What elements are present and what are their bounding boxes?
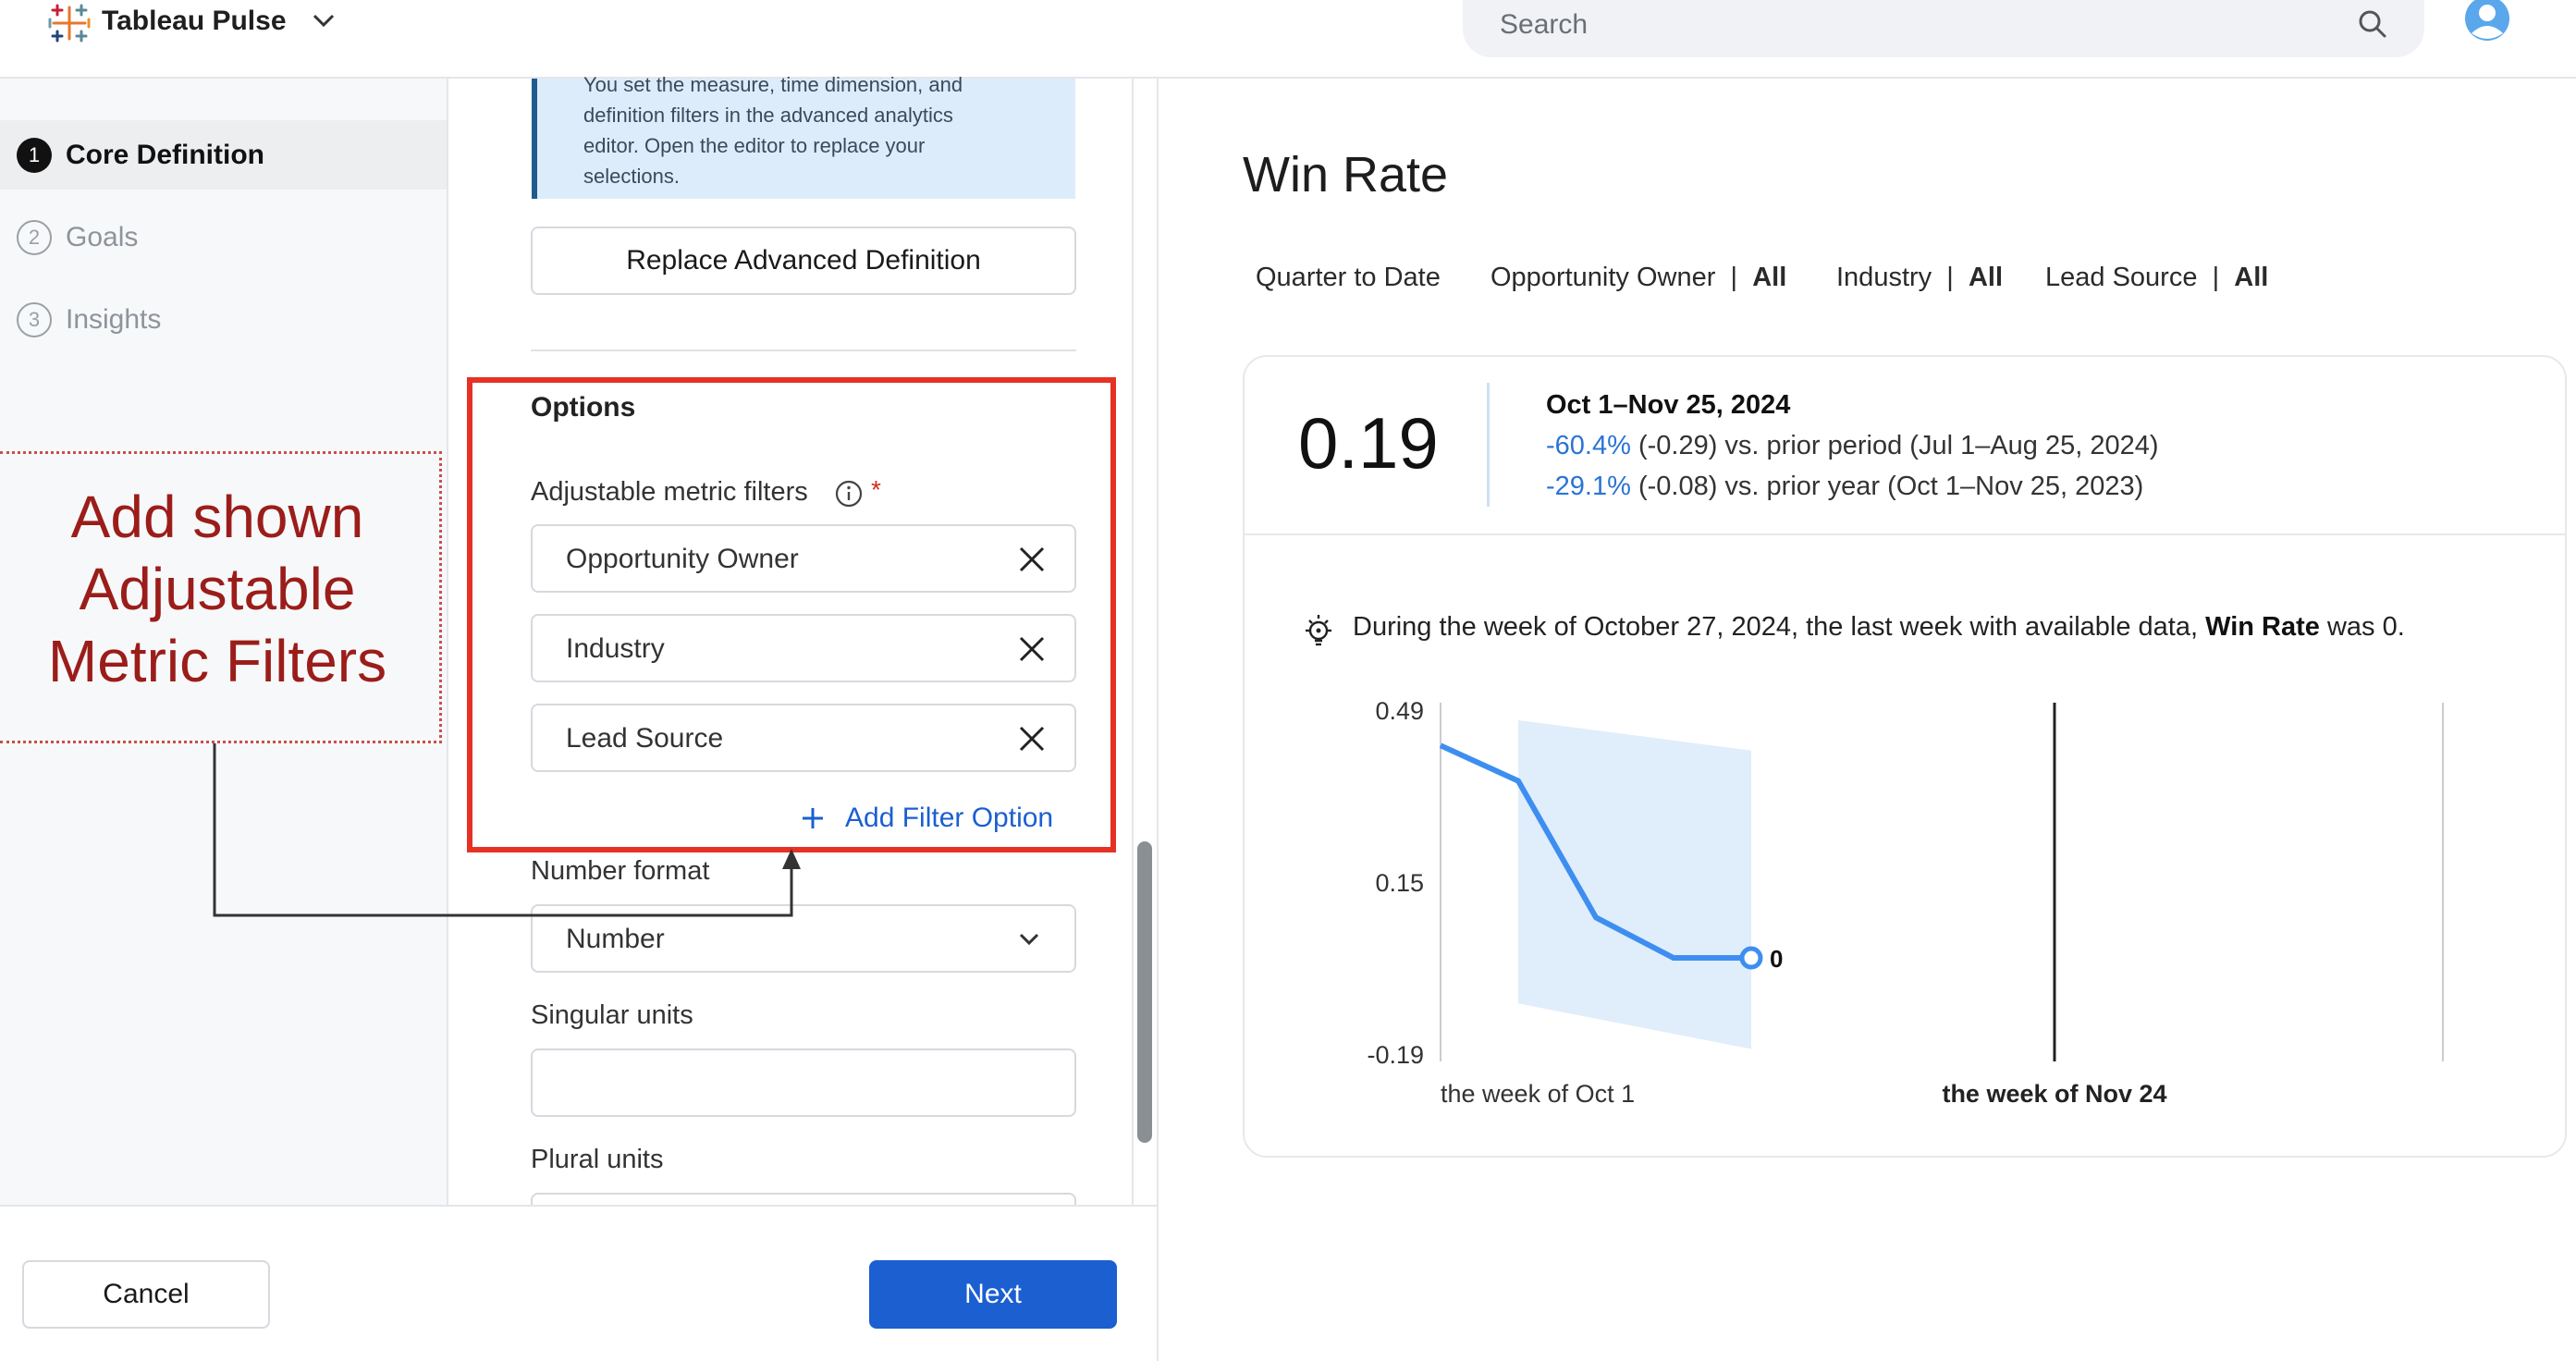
- info-line: You set the measure, time dimension, and: [583, 73, 963, 96]
- y-tick-label: -0.19: [1367, 1041, 1424, 1069]
- step-goals[interactable]: 2 Goals: [0, 202, 447, 272]
- filter-lead-source[interactable]: Lead Source | All: [2045, 263, 2268, 293]
- step-label: Goals: [66, 221, 139, 252]
- step-number: 2: [17, 219, 52, 255]
- singular-units-input[interactable]: [531, 1048, 1076, 1117]
- last-point-label: 0: [1770, 945, 1783, 973]
- time-filter[interactable]: Quarter to Date: [1256, 263, 1441, 293]
- annotation-line: Add shown: [70, 484, 364, 550]
- metric-title: Win Rate: [1243, 147, 1449, 202]
- step-number: 3: [17, 301, 52, 337]
- filter-industry[interactable]: Industry | All: [1836, 263, 2003, 293]
- highlight-box: [467, 377, 1116, 852]
- step-label: Insights: [66, 303, 162, 335]
- search-icon[interactable]: [2356, 7, 2389, 41]
- filter-value: All: [2234, 263, 2269, 292]
- lightbulb-icon: [1306, 615, 1331, 646]
- x-tick-label: the week of Nov 24: [1942, 1080, 2166, 1108]
- comparison-detail: (-0.08) vs. prior year (Oct 1–Nov 25, 20…: [1638, 472, 2144, 501]
- insight-metric: Win Rate: [2205, 612, 2320, 642]
- comparison-prior-year: -29.1% (-0.08) vs. prior year (Oct 1–Nov…: [1546, 472, 2143, 502]
- annotation-line: Adjustable: [79, 556, 356, 622]
- insight-prefix: During the week of October 27, 2024, the…: [1353, 612, 2199, 642]
- number-format-select[interactable]: Number: [531, 904, 1076, 973]
- annotation-line: Metric Filters: [47, 628, 387, 694]
- filter-value: All: [1752, 263, 1787, 292]
- insight-text: During the week of October 27, 2024, the…: [1353, 612, 2405, 643]
- filter-value: All: [1968, 263, 2004, 292]
- scrollbar-thumb[interactable]: [1137, 841, 1152, 1143]
- insight-suffix: was 0.: [2326, 612, 2405, 642]
- step-core-definition[interactable]: 1 Core Definition: [0, 120, 447, 190]
- number-format-label: Number format: [531, 856, 710, 886]
- singular-units-label: Singular units: [531, 1000, 693, 1030]
- y-tick-label: 0.49: [1375, 697, 1424, 725]
- filter-name: Industry: [1836, 263, 1932, 292]
- cancel-button[interactable]: Cancel: [22, 1260, 270, 1329]
- last-point-marker: [1739, 946, 1763, 970]
- number-format-value: Number: [566, 924, 665, 954]
- filter-separator: |: [2212, 263, 2220, 292]
- plural-units-label: Plural units: [531, 1145, 664, 1174]
- info-line: selections.: [583, 165, 680, 188]
- filter-opportunity-owner[interactable]: Opportunity Owner | All: [1490, 263, 1786, 293]
- search-input[interactable]: [1463, 0, 2424, 57]
- avatar-icon[interactable]: [2463, 0, 2511, 43]
- comparison-prior-period: -60.4% (-0.29) vs. prior period (Jul 1–A…: [1546, 431, 2159, 461]
- filter-name: Lead Source: [2045, 263, 2198, 292]
- period-label: Oct 1–Nov 25, 2024: [1546, 390, 1791, 420]
- filter-separator: |: [1946, 263, 1954, 292]
- annotation-text: Add shown Adjustable Metric Filters: [0, 481, 435, 697]
- filter-name: Opportunity Owner: [1490, 263, 1716, 292]
- divider: [1487, 383, 1490, 507]
- next-button[interactable]: Next: [869, 1260, 1117, 1329]
- comparison-detail: (-0.29) vs. prior period (Jul 1–Aug 25, …: [1638, 431, 2159, 460]
- step-number: 1: [17, 137, 52, 173]
- y-tick-label: 0.15: [1375, 869, 1424, 897]
- info-line: definition filters in the advanced analy…: [583, 104, 953, 127]
- filter-separator: |: [1730, 263, 1738, 292]
- confidence-band: [1518, 719, 1751, 1049]
- x-tick-label: the week of Oct 1: [1441, 1080, 1635, 1108]
- info-banner: You set the measure, time dimension, and…: [532, 73, 1075, 199]
- comparison-pct: -29.1%: [1546, 472, 1631, 501]
- comparison-pct: -60.4%: [1546, 431, 1631, 460]
- step-insights[interactable]: 3 Insights: [0, 285, 447, 354]
- tableau-logo-icon[interactable]: [46, 2, 92, 44]
- app-name[interactable]: Tableau Pulse: [102, 6, 287, 37]
- info-line: editor. Open the editor to replace your: [583, 134, 926, 157]
- replace-advanced-definition-button[interactable]: Replace Advanced Definition: [531, 227, 1076, 295]
- chevron-down-icon: [1019, 933, 1039, 946]
- chevron-down-icon[interactable]: [310, 11, 337, 30]
- search-placeholder: Search: [1500, 9, 1589, 40]
- metric-value: 0.19: [1298, 402, 1439, 484]
- win-rate-chart: 0.49 0.15 -0.19 the week of Oct 1 the week o…: [1367, 697, 2444, 1108]
- divider: [1245, 533, 2565, 535]
- step-label: Core Definition: [66, 139, 264, 170]
- divider: [531, 349, 1076, 351]
